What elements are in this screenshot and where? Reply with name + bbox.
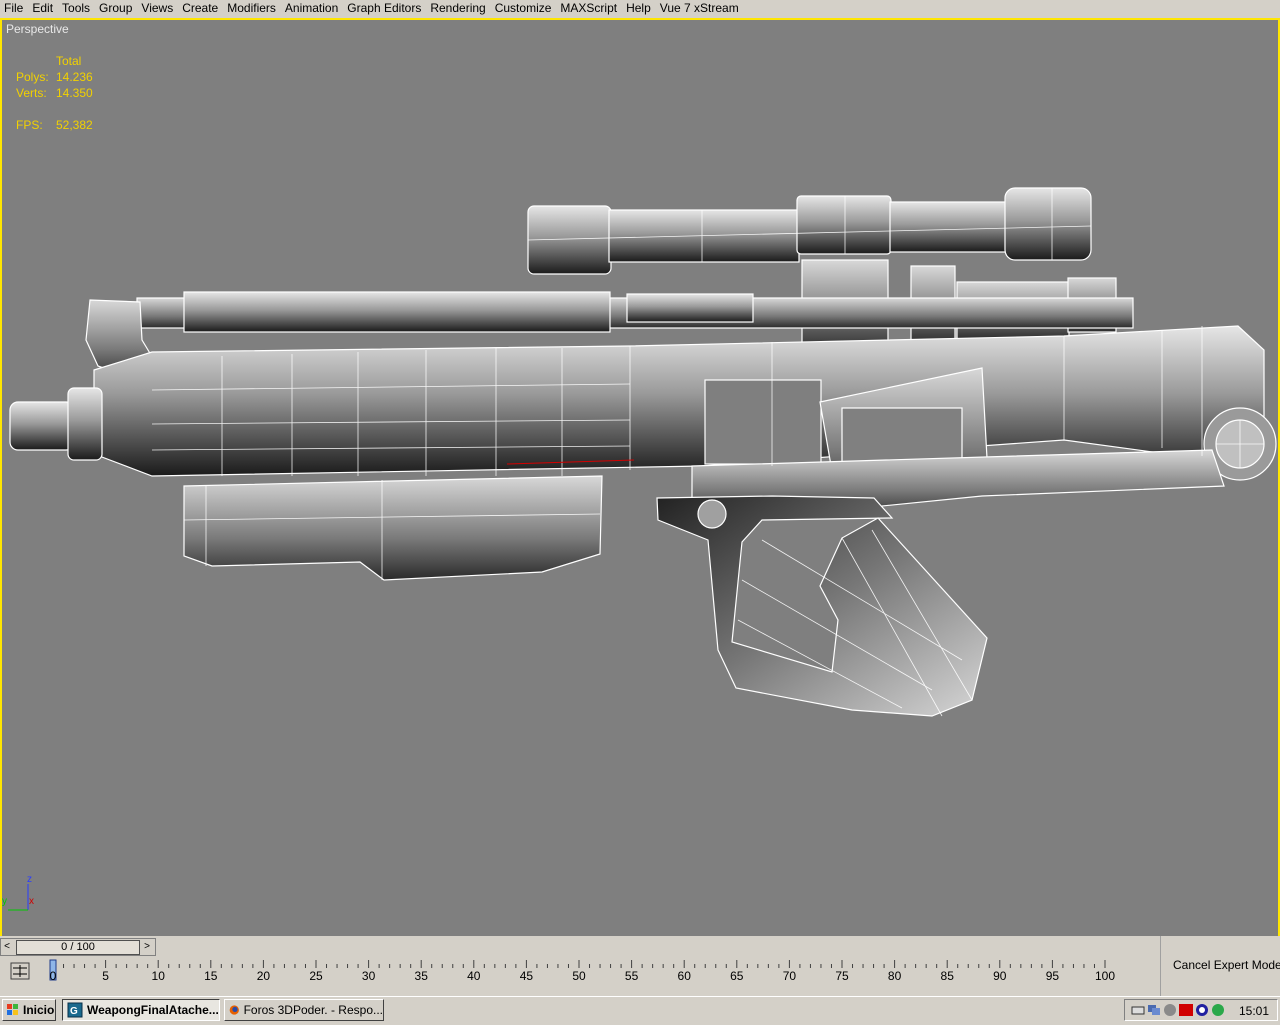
menu-views[interactable]: Views bbox=[137, 0, 178, 17]
timeline-tick-label: 40 bbox=[467, 969, 481, 983]
timeline-tick-label: 70 bbox=[783, 969, 797, 983]
timeline-tick-label: 75 bbox=[835, 969, 849, 983]
menu-rendering[interactable]: Rendering bbox=[426, 0, 490, 17]
viewport-label[interactable]: Perspective bbox=[6, 22, 69, 36]
menu-tools[interactable]: Tools bbox=[58, 0, 95, 17]
system-tray: 15:01 bbox=[1124, 999, 1278, 1021]
timeline-tick-label: 35 bbox=[415, 969, 429, 983]
taskbar-item-3dsmax[interactable]: G WeapongFinalAtache... bbox=[62, 999, 220, 1021]
stats-verts-label: Verts: bbox=[16, 86, 47, 100]
menu-modifiers[interactable]: Modifiers bbox=[223, 0, 281, 17]
stats-polys-label: Polys: bbox=[16, 70, 49, 84]
keyboard-icon[interactable] bbox=[1131, 1003, 1145, 1017]
timeline-tick-label: 60 bbox=[678, 969, 692, 983]
timeline-tick-label: 45 bbox=[520, 969, 534, 983]
timeline-tick-label: 50 bbox=[572, 969, 586, 983]
stats-polys-value: 14.236 bbox=[56, 70, 93, 84]
firefox-icon bbox=[229, 1005, 239, 1015]
time-slider[interactable]: < 0 / 100 > bbox=[0, 938, 156, 956]
update-icon[interactable] bbox=[1163, 1003, 1177, 1017]
timeline-tick-label: 55 bbox=[625, 969, 639, 983]
menu-bar: File Edit Tools Group Views Create Modif… bbox=[0, 0, 1280, 17]
start-label: Inicio bbox=[23, 1003, 55, 1017]
svg-text:G: G bbox=[70, 1006, 78, 1017]
timeline-tick-label: 10 bbox=[152, 969, 166, 983]
expert-mode-panel: Cancel Expert Mode bbox=[1160, 936, 1280, 996]
timeline-tick-label: 65 bbox=[730, 969, 744, 983]
menu-maxscript[interactable]: MAXScript bbox=[556, 0, 622, 17]
menu-file[interactable]: File bbox=[0, 0, 28, 17]
taskbar-item-label: WeapongFinalAtache... bbox=[87, 1003, 219, 1017]
timeline-tick-label: 85 bbox=[941, 969, 955, 983]
menu-edit[interactable]: Edit bbox=[28, 0, 58, 17]
menu-create[interactable]: Create bbox=[178, 0, 223, 17]
stats-total-header: Total bbox=[56, 54, 82, 68]
timeline-tick-label: 30 bbox=[362, 969, 376, 983]
axis-gizmo-icon: z y x bbox=[2, 874, 34, 911]
time-slider-thumb[interactable]: 0 / 100 bbox=[16, 940, 140, 955]
time-slider-prev-button[interactable]: < bbox=[1, 939, 13, 955]
axis-z-label: z bbox=[27, 874, 32, 885]
menu-animation[interactable]: Animation bbox=[281, 0, 343, 17]
axis-x-label: x bbox=[29, 896, 34, 907]
network-icon[interactable] bbox=[1147, 1003, 1161, 1017]
stats-fps-value: 52,382 bbox=[56, 118, 93, 132]
stats-fps-label: FPS: bbox=[16, 118, 43, 132]
time-slider-next-button[interactable]: > bbox=[141, 939, 153, 955]
messenger-icon[interactable] bbox=[1211, 1003, 1225, 1017]
timeline-tick-label: 80 bbox=[888, 969, 902, 983]
timeline-tick-label: 90 bbox=[993, 969, 1007, 983]
menu-help[interactable]: Help bbox=[622, 0, 656, 17]
timeline-tick-label: 0 bbox=[50, 969, 57, 983]
axis-y-label: y bbox=[2, 896, 7, 907]
windows-logo-icon bbox=[7, 1004, 18, 1015]
start-button[interactable]: Inicio bbox=[2, 999, 56, 1021]
perspective-viewport[interactable]: Perspective Total Polys: 14.236 Verts: 1… bbox=[0, 18, 1280, 938]
stats-verts-value: 14.350 bbox=[56, 86, 93, 100]
timeline-tick-label: 95 bbox=[1046, 969, 1060, 983]
menu-graph-editors[interactable]: Graph Editors bbox=[343, 0, 426, 17]
timeline-tick-label: 25 bbox=[309, 969, 323, 983]
weapon-wireframe-model[interactable] bbox=[2, 20, 1278, 936]
timeline-tick-label: 20 bbox=[257, 969, 271, 983]
taskbar-clock: 15:01 bbox=[1238, 1004, 1269, 1018]
timeline-panel: < 0 / 100 > 0 5 10 15 20 25 30 35 40 45 50 55 60 65 70… bbox=[0, 936, 1160, 996]
3dsmax-icon: G bbox=[67, 1002, 83, 1018]
menu-customize[interactable]: Customize bbox=[491, 0, 557, 17]
antivirus-icon[interactable] bbox=[1195, 1003, 1209, 1017]
track-bar[interactable]: 0 5 10 15 20 25 30 35 40 45 50 55 60 65 70 75 80 85 90 95 10… bbox=[0, 956, 1160, 996]
windows-taskbar: Inicio G WeapongFinalAtache... Foros 3DP… bbox=[0, 996, 1280, 1025]
menu-vue-xstream[interactable]: Vue 7 xStream bbox=[656, 0, 744, 17]
taskbar-item-firefox[interactable]: Foros 3DPoder. - Respo... bbox=[224, 999, 384, 1021]
timeline-tick-label: 100 bbox=[1095, 969, 1115, 983]
ati-icon[interactable] bbox=[1179, 1003, 1193, 1017]
timeline-tick-label: 15 bbox=[204, 969, 218, 983]
timeline-tick-label: 5 bbox=[102, 969, 109, 983]
taskbar-item-label: Foros 3DPoder. - Respo... bbox=[243, 1003, 383, 1017]
menu-group[interactable]: Group bbox=[95, 0, 137, 17]
cancel-expert-mode-button[interactable]: Cancel Expert Mode bbox=[1173, 958, 1280, 972]
